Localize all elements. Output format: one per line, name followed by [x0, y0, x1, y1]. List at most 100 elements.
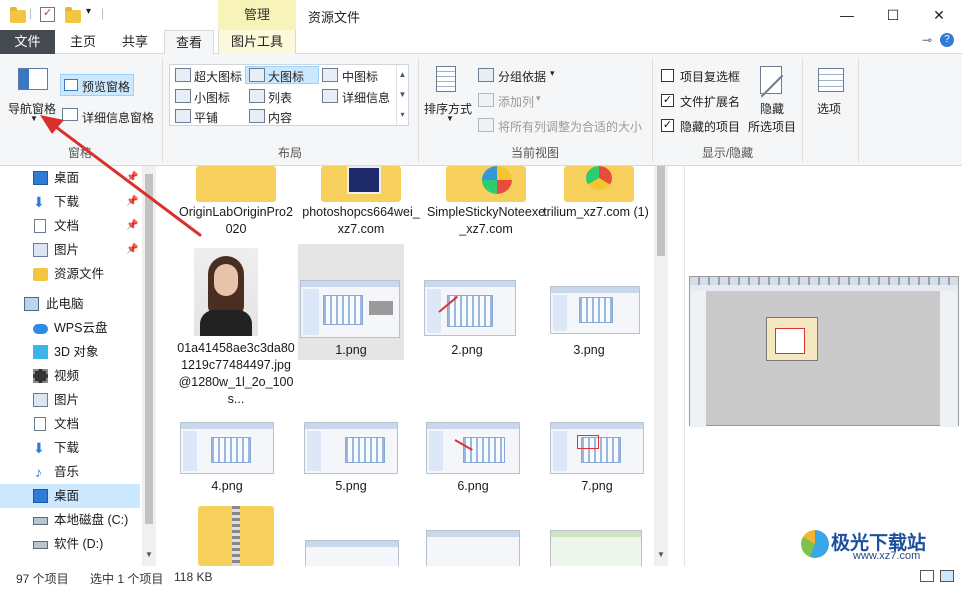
pin-icon[interactable]: 📌 [126, 190, 138, 214]
content-scrollbar[interactable]: ▼ [654, 166, 668, 566]
nav-item-desktop-quick[interactable]: 桌面 📌 [0, 166, 140, 190]
file-tile-selected[interactable]: 1.png [298, 244, 404, 360]
item-checkboxes-checkbox[interactable] [661, 69, 674, 82]
content-scrollbar-thumb[interactable] [657, 166, 665, 256]
pin-ribbon-icon[interactable]: ⊸ [922, 33, 932, 47]
preview-pane-icon [64, 79, 78, 91]
file-tile[interactable] [301, 504, 421, 566]
file-tile[interactable]: OriginLabOriginPro2020 [176, 166, 296, 242]
file-extensions-checkbox[interactable]: ✓ [661, 94, 674, 107]
preview-dialog [766, 317, 818, 361]
tab-home[interactable]: 主页 [58, 30, 108, 54]
file-tile[interactable]: 2.png [414, 244, 520, 360]
hidden-items-checkbox[interactable]: ✓ [661, 119, 674, 132]
nav-item-documents[interactable]: 文档 [0, 412, 140, 436]
nav-item-pictures[interactable]: 图片 [0, 388, 140, 412]
large-icons-view-icon[interactable] [940, 570, 954, 582]
help-icon[interactable]: ? [940, 33, 954, 47]
pin-icon[interactable]: 📌 [126, 238, 138, 262]
customize-quick-access-icon[interactable]: ▾ [86, 6, 91, 17]
new-folder-icon[interactable] [65, 7, 81, 23]
layout-tiles[interactable]: 平铺 [194, 109, 218, 126]
list-icon [249, 89, 265, 103]
nav-item-documents-quick[interactable]: 文档 📌 [0, 214, 140, 238]
nav-scrollbar-thumb[interactable] [145, 174, 153, 524]
nav-item-downloads-quick[interactable]: ⬇ 下载 📌 [0, 190, 140, 214]
file-tile[interactable]: 4.png [174, 418, 280, 498]
group-label-show-hide: 显示/隐藏 [701, 146, 754, 160]
pin-icon[interactable]: 📌 [126, 166, 138, 190]
medium-icons-icon [322, 68, 338, 82]
hide-selected-button-line2[interactable]: 所选项目 [748, 118, 796, 135]
layout-extra-large-icons[interactable]: 超大图标 [194, 68, 242, 85]
minimize-button[interactable]: — [824, 0, 870, 30]
group-by-button[interactable]: 分组依据 [498, 68, 546, 85]
file-tile[interactable] [544, 504, 664, 566]
file-tile[interactable] [422, 504, 542, 566]
hide-selected-button[interactable]: 隐藏 [760, 100, 784, 117]
scroll-down-icon[interactable]: ▼ [145, 550, 153, 559]
nav-item-this-pc[interactable]: 此电脑 [0, 292, 140, 316]
file-extensions-label: 文件扩展名 [680, 95, 741, 109]
nav-scrollbar[interactable]: ▼ [142, 166, 156, 566]
tab-picture-tools[interactable]: 图片工具 [218, 30, 296, 54]
nav-item-wps-cloud[interactable]: WPS云盘 [0, 316, 140, 340]
image-thumbnail [550, 422, 644, 474]
nav-item-downloads[interactable]: ⬇ 下载 [0, 436, 140, 460]
options-icon[interactable] [818, 68, 844, 92]
tab-share[interactable]: 共享 [110, 30, 160, 54]
preview-pane: 极光下载站 www.xz7.com [684, 166, 962, 566]
details-view-icon[interactable] [920, 570, 934, 582]
group-label-layout: 布局 [277, 146, 302, 160]
layout-details[interactable]: 详细信息 [342, 89, 390, 106]
layout-content[interactable]: 内容 [268, 109, 292, 126]
nav-item-drive-d[interactable]: 软件 (D:) [0, 532, 140, 556]
layout-list[interactable]: 列表 [268, 89, 292, 106]
file-tile[interactable]: 5.png [298, 418, 404, 498]
status-item-count: 97 个项目 [16, 572, 69, 586]
file-tile[interactable] [176, 504, 296, 566]
layout-large-icons[interactable]: 大图标 [268, 68, 304, 85]
file-tile[interactable]: 7.png [544, 418, 650, 498]
nav-item-3d-objects[interactable]: 3D 对象 [0, 340, 140, 364]
chevron-down-icon[interactable]: ▼ [446, 114, 454, 123]
file-tile[interactable]: trilium_xz7.com (1) [536, 166, 656, 242]
file-name: 2.png [451, 343, 483, 357]
nav-item-desktop[interactable]: 桌面 [0, 484, 140, 508]
add-columns-button[interactable]: 添加列 [498, 93, 534, 110]
layout-small-icons[interactable]: 小图标 [194, 89, 230, 106]
file-tile[interactable]: 3.png [536, 244, 642, 360]
options-button[interactable]: 选项 [817, 100, 841, 117]
file-tile[interactable]: SimpleStickyNoteexe_xz7.com [426, 166, 546, 242]
group-by-icon [478, 68, 494, 82]
nav-item-pictures-quick[interactable]: 图片 📌 [0, 238, 140, 262]
ribbon-tabs: 文件 主页 共享 查看 图片工具 ⊸ ? [0, 30, 962, 55]
details-pane-button[interactable]: 详细信息窗格 [82, 109, 154, 126]
nav-item-videos[interactable]: 视频 [0, 364, 140, 388]
maximize-button[interactable]: ☐ [870, 0, 916, 30]
separator: | [101, 6, 105, 20]
chevron-down-icon[interactable]: ▼ [30, 114, 38, 123]
pin-icon[interactable]: 📌 [126, 214, 138, 238]
file-tile[interactable]: photoshopcs664wei_xz7.com [301, 166, 421, 242]
properties-icon[interactable]: ✓ [40, 7, 55, 22]
file-tile[interactable]: 01a41458ae3c3da801219c77484497.jpg@1280w… [176, 246, 296, 412]
fit-columns-button[interactable]: 将所有列调整为合适的大小 [498, 118, 642, 135]
hide-selected-icon[interactable] [760, 66, 784, 98]
nav-item-resource-folder[interactable]: 资源文件 [0, 262, 140, 286]
navigation-pane-icon[interactable] [18, 68, 48, 90]
nav-item-music[interactable]: ♪ 音乐 [0, 460, 140, 484]
preview-pane-button[interactable]: 预览窗格 [60, 74, 134, 96]
scroll-down-icon[interactable]: ▼ [657, 550, 665, 559]
tab-file[interactable]: 文件 [0, 30, 55, 54]
group-label-current-view: 当前视图 [510, 146, 559, 160]
tab-view[interactable]: 查看 [164, 30, 214, 55]
layout-scroll[interactable]: ▲ ▼ ▾ [396, 65, 408, 125]
file-tile[interactable]: 6.png [420, 418, 526, 498]
layout-medium-icons[interactable]: 中图标 [342, 68, 378, 85]
sort-by-icon[interactable] [436, 66, 462, 94]
download-icon: ⬇ [33, 194, 45, 210]
nav-item-drive-c[interactable]: 本地磁盘 (C:) [0, 508, 140, 532]
close-button[interactable]: ✕ [916, 0, 962, 30]
folder-icon [33, 268, 48, 281]
